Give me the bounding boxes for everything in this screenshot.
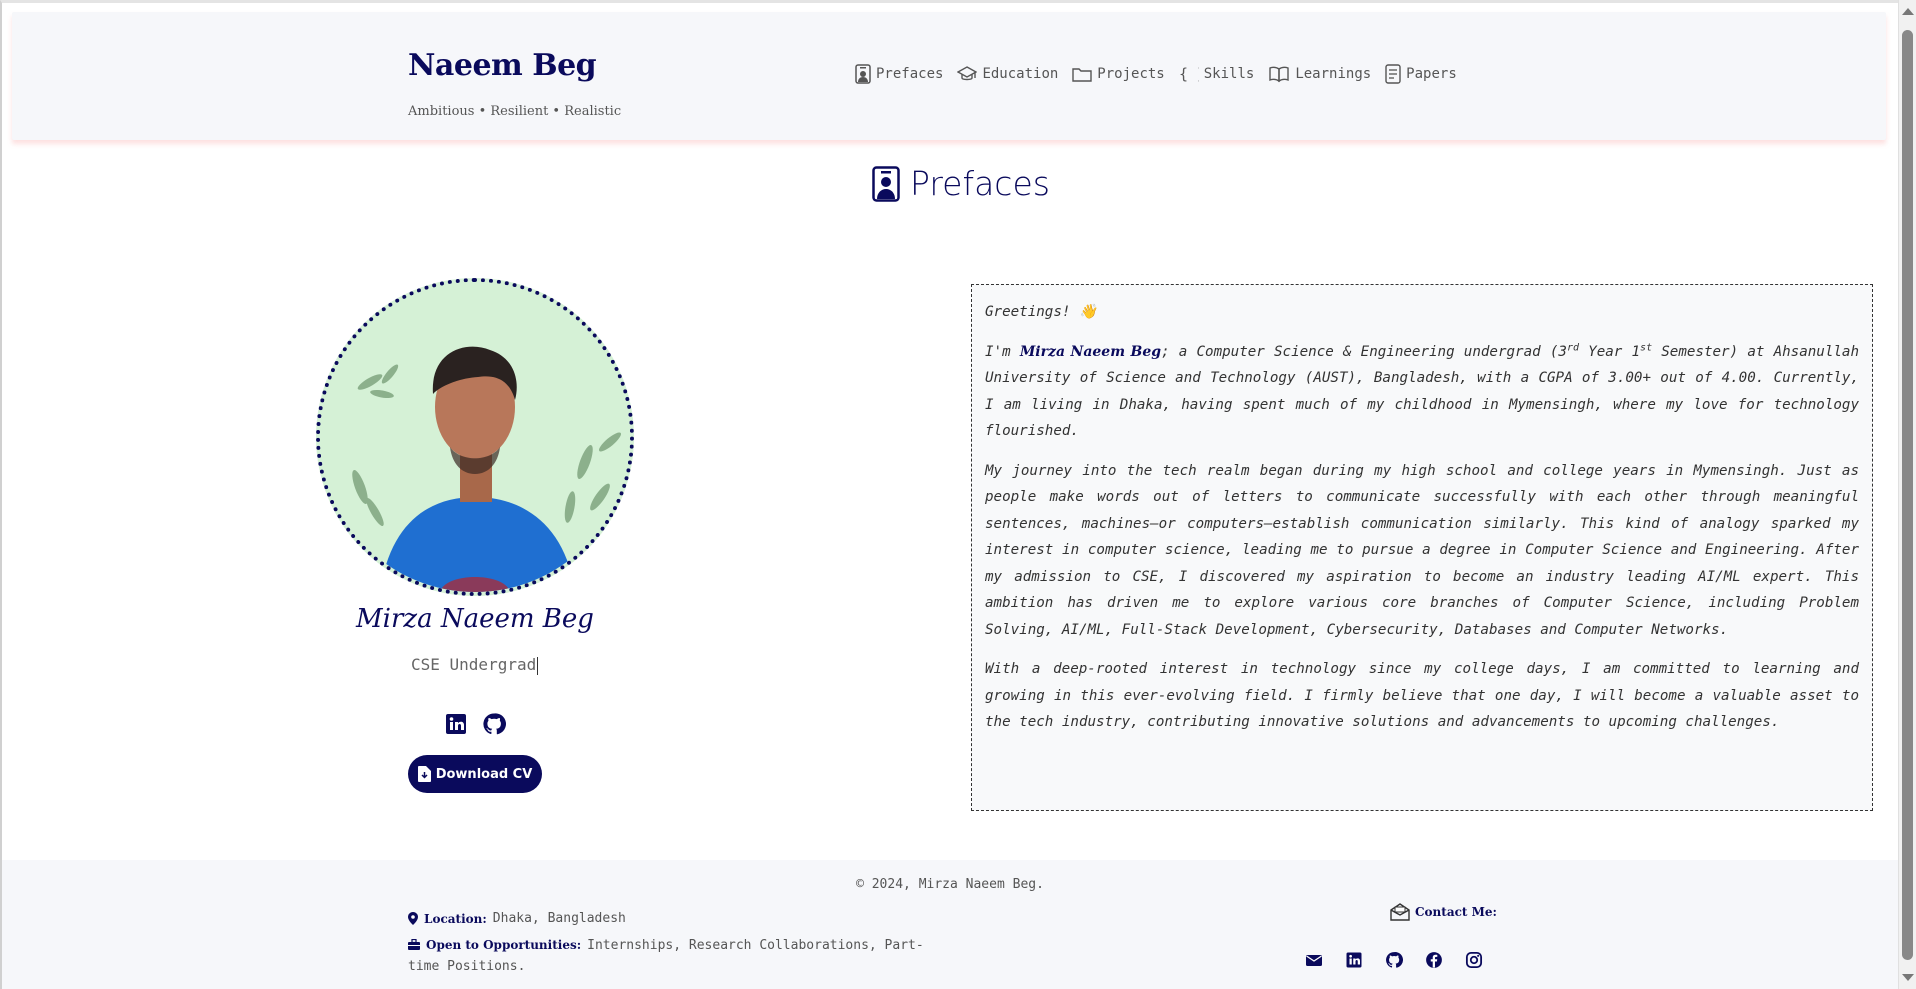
nav-label: Learnings: [1295, 66, 1372, 82]
intro-name: Mirza Naeem Beg: [1019, 343, 1162, 360]
scroll-down-arrow-icon[interactable]: [1902, 974, 1914, 981]
nav-label: Papers: [1406, 66, 1457, 82]
social-links: [444, 712, 520, 736]
book-icon: [1269, 66, 1290, 83]
copyright: © 2024, Mirza Naeem Beg.: [856, 877, 1044, 892]
location-value: Dhaka, Bangladesh: [492, 911, 626, 926]
envelope-open-icon: [1390, 903, 1410, 921]
brand-name[interactable]: Naeem Beg: [408, 48, 597, 83]
opportunities-label: Open to Opportunities:: [426, 938, 582, 952]
file-download-icon: [417, 766, 431, 782]
intro-paragraph-1: I'm Mirza Naeem Beg; a Computer Science …: [985, 339, 1859, 445]
facebook-icon[interactable]: [1425, 951, 1443, 969]
svg-text:{ }: { }: [1179, 65, 1199, 83]
linkedin-icon[interactable]: [1345, 951, 1363, 969]
person-badge-icon: [855, 64, 871, 84]
email-icon[interactable]: [1305, 951, 1323, 969]
nav-label: Skills: [1203, 66, 1255, 82]
download-cv-button[interactable]: Download CV: [408, 755, 542, 793]
ordinal-sup: st: [1640, 341, 1653, 353]
site-header: Naeem Beg Ambitious • Resilient • Realis…: [12, 12, 1886, 140]
scroll-up-arrow-icon[interactable]: [1902, 8, 1914, 15]
intro-paragraph-2: My journey into the tech realm began dur…: [985, 462, 1859, 638]
braces-icon: { }: [1179, 65, 1199, 83]
contact-links: [1305, 951, 1505, 969]
nav-item-learnings[interactable]: Learnings: [1268, 65, 1371, 83]
github-icon[interactable]: [482, 712, 506, 736]
scrollbar-thumb[interactable]: [1902, 30, 1913, 960]
intro-paragraph-3: With a deep-rooted interest in technolog…: [985, 661, 1859, 730]
footer-opportunities: Open to Opportunities: Internships, Resea…: [408, 935, 928, 977]
vertical-scrollbar[interactable]: [1898, 0, 1916, 989]
profile-name: Mirza Naeem Beg: [356, 604, 594, 634]
nav-item-prefaces[interactable]: Prefaces: [855, 64, 943, 84]
graduation-cap-icon: [957, 66, 978, 81]
greeting: Greetings! 👋: [985, 304, 1097, 320]
map-pin-icon: [408, 912, 418, 925]
contact-label: Contact Me:: [1415, 905, 1497, 919]
nav-item-skills[interactable]: { } Skills: [1179, 65, 1255, 83]
linkedin-icon[interactable]: [444, 712, 468, 736]
footer-location: Location: Dhaka, Bangladesh: [408, 911, 626, 926]
section-title: Prefaces: [872, 164, 1050, 203]
intro-card: Greetings! 👋 I'm Mirza Naeem Beg; a Comp…: [971, 284, 1873, 811]
download-cv-label: Download CV: [435, 766, 533, 782]
person-badge-icon: [872, 165, 900, 202]
profile-role: CSE Undergrad: [411, 655, 539, 675]
nav-label: Projects: [1097, 66, 1165, 82]
intro-text: Year 1: [1578, 343, 1641, 360]
instagram-icon[interactable]: [1465, 951, 1483, 969]
profile-photo: [320, 282, 630, 592]
contact-heading: Contact Me:: [1390, 903, 1503, 921]
github-icon[interactable]: [1385, 951, 1403, 969]
typing-caret: [537, 656, 539, 675]
intro-text: I'm: [985, 343, 1020, 360]
profile-role-text: CSE Undergrad: [411, 655, 537, 674]
nav-label: Prefaces: [876, 66, 944, 82]
ordinal-sup: rd: [1566, 341, 1579, 353]
section-title-text: Prefaces: [910, 164, 1050, 203]
brand-tagline: Ambitious • Resilient • Realistic: [408, 104, 622, 119]
location-label: Location:: [424, 911, 487, 926]
avatar: [316, 278, 634, 596]
document-icon: [1385, 64, 1401, 84]
nav-item-papers[interactable]: Papers: [1385, 64, 1457, 84]
site-footer: © 2024, Mirza Naeem Beg. Location: Dhaka…: [2, 860, 1898, 989]
briefcase-icon: [408, 938, 420, 950]
nav-item-projects[interactable]: Projects: [1072, 65, 1165, 83]
folder-icon: [1072, 68, 1092, 82]
intro-text: ; a Computer Science & Engineering under…: [1161, 343, 1567, 360]
nav-label: Education: [982, 66, 1059, 82]
main-nav: Prefaces Education Projects { } Skills L…: [855, 64, 1471, 84]
nav-item-education[interactable]: Education: [957, 65, 1058, 83]
